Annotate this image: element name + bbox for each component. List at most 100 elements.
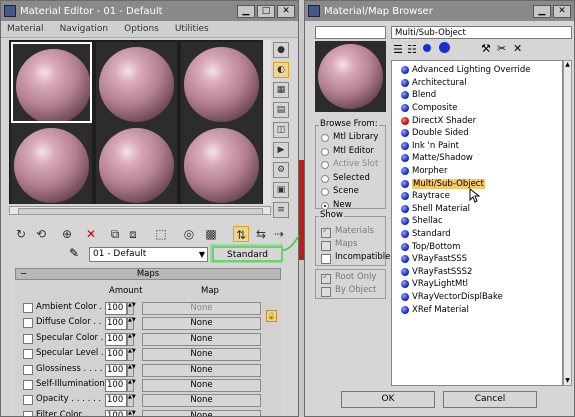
- map-slot-button[interactable]: None: [142, 394, 261, 408]
- video-color-check-icon[interactable]: ◫: [273, 122, 289, 138]
- close-button[interactable]: ✕: [277, 4, 295, 18]
- background-icon[interactable]: ▦: [273, 82, 289, 98]
- sample-slot-5[interactable]: [96, 123, 177, 204]
- material-name-field[interactable]: 01 - Default ▼: [89, 247, 208, 262]
- root-only-checkbox[interactable]: ✓: [321, 272, 331, 284]
- material-list-item[interactable]: Standard: [401, 228, 451, 241]
- material-list-item[interactable]: VRayVectorDisplBake: [401, 291, 503, 304]
- cancel-button[interactable]: Cancel: [443, 391, 537, 408]
- map-enable-checkbox[interactable]: [23, 333, 33, 344]
- browse-from-radio[interactable]: [321, 134, 329, 142]
- map-enable-checkbox[interactable]: [23, 410, 33, 416]
- material-list-item[interactable]: Advanced Lighting Override: [401, 64, 531, 77]
- material-list-item[interactable]: VRayFastSSS2: [401, 266, 472, 279]
- show-end-result-icon[interactable]: ⇢: [271, 226, 287, 242]
- put-material-to-scene-icon[interactable]: ⟲: [33, 226, 49, 242]
- pick-material-eyedropper-icon[interactable]: ✎: [69, 246, 83, 260]
- browse-from-radio[interactable]: [321, 201, 329, 210]
- material-list-item[interactable]: XRef Material: [401, 303, 469, 316]
- map-amount-input[interactable]: 100: [105, 379, 127, 392]
- sample-type-icon[interactable]: ●: [273, 42, 289, 58]
- sample-slot-1[interactable]: [11, 42, 92, 123]
- map-amount-input[interactable]: 100: [105, 394, 127, 408]
- show-incompatible-checkbox[interactable]: [321, 254, 331, 264]
- map-slot-button[interactable]: None: [142, 317, 261, 331]
- put-to-library-icon[interactable]: ⬚: [153, 226, 169, 242]
- sample-slot-4[interactable]: [11, 123, 92, 204]
- browse-from-radio[interactable]: [321, 161, 329, 169]
- make-preview-icon[interactable]: ▶: [273, 142, 289, 158]
- clear-library-icon[interactable]: ✕: [513, 42, 522, 55]
- material-list-item[interactable]: Blend: [401, 89, 436, 102]
- by-object-checkbox[interactable]: [321, 287, 331, 297]
- select-by-material-icon[interactable]: ▣: [273, 182, 289, 198]
- go-forward-to-sibling-icon[interactable]: ⇆: [253, 226, 269, 242]
- map-enable-checkbox[interactable]: [23, 380, 33, 390]
- menu-navigation[interactable]: Navigation: [60, 24, 109, 34]
- map-slot-button[interactable]: None: [142, 332, 261, 346]
- browse-from-radio[interactable]: [321, 174, 329, 183]
- view-list-icons-icon[interactable]: ☷: [407, 43, 417, 56]
- map-slot-button[interactable]: None: [142, 348, 261, 362]
- browser-titlebar[interactable]: Material/Map Browser ▁ ✕: [305, 1, 574, 21]
- material-list-item[interactable]: Matte/Shadow: [401, 152, 473, 165]
- scrollbar-thumb[interactable]: [18, 208, 263, 215]
- update-scene-materials-icon[interactable]: ⚒: [481, 42, 491, 55]
- amount-spinner-arrows[interactable]: ▲▼: [127, 394, 136, 408]
- map-amount-input[interactable]: 100: [105, 317, 127, 331]
- material-list-item[interactable]: Architectural: [401, 77, 467, 90]
- map-slot-button[interactable]: None: [142, 302, 261, 315]
- material-id-channel-icon[interactable]: ◎: [181, 226, 197, 242]
- get-material-icon[interactable]: ↻: [13, 226, 29, 242]
- minimize-button[interactable]: ▁: [237, 4, 255, 18]
- material-list-item[interactable]: Shell Material: [401, 203, 470, 216]
- go-to-parent-icon[interactable]: ⇅: [233, 226, 249, 242]
- material-editor-titlebar[interactable]: Material Editor - 01 - Default ▁ □ ✕: [1, 1, 298, 21]
- menu-material[interactable]: Material: [7, 24, 44, 34]
- map-amount-input[interactable]: 100: [105, 409, 127, 416]
- sample-slot-3[interactable]: [181, 42, 262, 123]
- browse-from-radio[interactable]: [321, 147, 329, 156]
- show-materials-checkbox[interactable]: ✓: [321, 226, 331, 238]
- slots-vertical-scrollbar[interactable]: [263, 40, 271, 205]
- material-list[interactable]: Advanced Lighting Override Architectural B…: [391, 60, 563, 386]
- delete-from-library-icon[interactable]: ✂: [497, 42, 506, 55]
- amount-spinner-arrows[interactable]: ▲▼: [127, 348, 136, 362]
- map-amount-input[interactable]: 100: [105, 302, 127, 315]
- ok-button[interactable]: OK: [341, 391, 435, 408]
- reset-map-icon[interactable]: ✕: [83, 226, 99, 242]
- material-list-item[interactable]: DirectX Shader: [401, 114, 476, 127]
- map-enable-checkbox[interactable]: [23, 349, 33, 360]
- material-list-item[interactable]: VRayFastSSS: [401, 253, 467, 266]
- map-amount-input[interactable]: 100: [105, 363, 127, 377]
- minimize-button[interactable]: ▁: [533, 4, 551, 18]
- list-vertical-scrollbar[interactable]: ▲ ▼: [563, 60, 572, 386]
- material-list-item[interactable]: Ink 'n Paint: [401, 140, 459, 153]
- menu-options[interactable]: Options: [124, 24, 159, 34]
- options-icon[interactable]: ⚙: [273, 162, 289, 178]
- view-list-icon[interactable]: ☰: [393, 43, 403, 56]
- browse-from-radio[interactable]: [321, 188, 329, 196]
- map-slot-button[interactable]: None: [142, 379, 261, 392]
- slots-horizontal-scrollbar[interactable]: [9, 206, 271, 215]
- chevron-down-icon[interactable]: ▼: [199, 248, 205, 261]
- view-small-icons-icon[interactable]: [423, 44, 431, 52]
- map-enable-checkbox[interactable]: [23, 303, 33, 313]
- sample-slot-6[interactable]: [181, 123, 262, 204]
- browser-search-input[interactable]: [315, 26, 386, 39]
- make-unique-icon[interactable]: ⧈: [125, 226, 141, 242]
- close-button[interactable]: ✕: [553, 4, 571, 18]
- amount-spinner-arrows[interactable]: ▲▼: [127, 379, 136, 392]
- backlight-icon[interactable]: ◐: [273, 62, 289, 78]
- amount-spinner-arrows[interactable]: ▲▼: [127, 363, 136, 377]
- make-material-copy-icon[interactable]: ⧉: [107, 226, 123, 242]
- material-list-item[interactable]: VRayLightMtl: [401, 278, 468, 291]
- map-enable-checkbox[interactable]: [23, 395, 33, 406]
- sample-uv-tiling-icon[interactable]: ▤: [273, 102, 289, 118]
- material-list-item[interactable]: Shellac: [401, 215, 443, 228]
- scroll-down-icon[interactable]: ▼: [564, 377, 571, 385]
- map-amount-input[interactable]: 100: [105, 348, 127, 362]
- sample-slot-2[interactable]: [96, 42, 177, 123]
- assign-material-to-selection-icon[interactable]: ⊕: [59, 226, 75, 242]
- amount-spinner-arrows[interactable]: ▲▼: [127, 332, 136, 346]
